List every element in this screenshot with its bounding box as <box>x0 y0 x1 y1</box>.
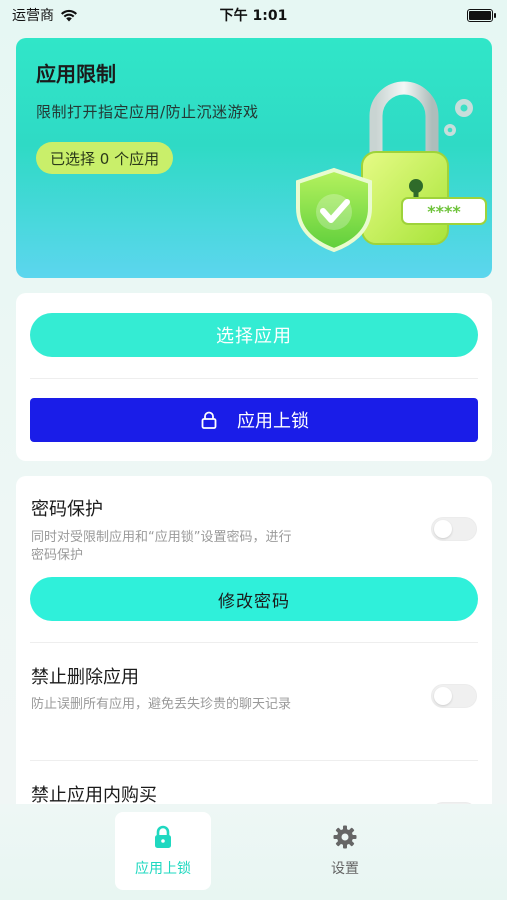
status-left: 运营商 <box>12 5 78 25</box>
select-app-button[interactable]: 选择应用 <box>30 313 478 357</box>
padlock-shield-illustration: **** <box>296 81 487 253</box>
prevent-iap-title: 禁止应用内购买 <box>31 785 157 804</box>
lock-app-label: 应用上锁 <box>237 411 309 432</box>
tab-app-lock-label: 应用上锁 <box>135 861 191 877</box>
carrier-label: 运营商 <box>12 8 54 24</box>
password-protection-desc: 同时对受限制应用和“应用锁”设置密码，进行密码保护 <box>31 530 292 563</box>
lock-outline-icon <box>201 411 217 429</box>
banner-title: 应用限制 <box>36 62 116 86</box>
change-password-button[interactable]: 修改密码 <box>30 577 478 621</box>
tab-bar: 应用上锁 设置 <box>0 804 507 900</box>
tab-app-lock[interactable]: 应用上锁 <box>115 812 211 890</box>
gear-icon <box>333 825 357 849</box>
password-protection-toggle[interactable] <box>431 517 477 541</box>
status-bar: 运营商 下午 1:01 <box>0 0 507 30</box>
lock-icon <box>155 825 171 848</box>
tab-settings[interactable]: 设置 <box>297 812 393 890</box>
banner-subtitle: 限制打开指定应用/防止沉迷游戏 <box>36 103 259 121</box>
divider <box>30 642 478 643</box>
prevent-delete-title: 禁止删除应用 <box>31 667 139 688</box>
prevent-delete-toggle[interactable] <box>431 684 477 708</box>
divider <box>30 378 478 379</box>
tab-settings-label: 设置 <box>331 861 359 877</box>
selected-count-badge: 已选择 0 个应用 <box>36 142 174 174</box>
battery-icon <box>467 8 496 22</box>
action-card: 选择应用 应用上锁 <box>16 293 492 461</box>
password-protection-title: 密码保护 <box>31 499 103 520</box>
settings-card: 密码保护 同时对受限制应用和“应用锁”设置密码，进行密码保护 修改密码 禁止删除… <box>16 476 492 804</box>
lock-app-button[interactable]: 应用上锁 <box>30 398 478 442</box>
password-stars: **** <box>427 202 461 221</box>
app-restriction-banner: 应用限制 限制打开指定应用/防止沉迷游戏 已选择 0 个应用 **** <box>16 38 492 278</box>
prevent-delete-desc: 防止误删所有应用，避免丢失珍贵的聊天记录 <box>31 697 292 712</box>
wifi-icon <box>61 9 77 21</box>
divider <box>30 760 478 761</box>
